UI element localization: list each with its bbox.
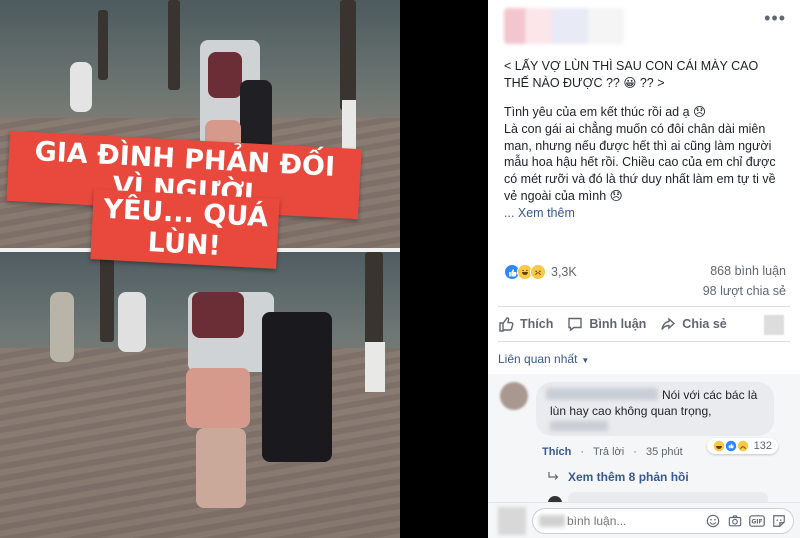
comment-meta-separator-2: · — [633, 446, 637, 458]
post-panel: ••• < LẤY VỢ LÙN THÌ SAU CON CÁI MÀY CAO… — [488, 0, 800, 538]
comment-timestamp[interactable]: 35 phút — [646, 446, 683, 458]
camera-icon[interactable] — [727, 513, 743, 529]
photo-caption-line2: YÊU... QUÁ LÙN! — [90, 189, 280, 269]
post-paragraph-2: Là con gái ai chẳng muốn có đôi chân dài… — [504, 121, 776, 204]
caret-down-icon: ▼ — [581, 356, 590, 365]
like-react-icon — [725, 440, 736, 452]
comment-react-count: 132 — [753, 440, 772, 452]
comment-meta-separator: · — [580, 446, 585, 458]
post-actions: Thích Bình luận Chia sẻ — [498, 306, 790, 342]
comment-text-line1: Nói với các bác là — [662, 388, 758, 402]
svg-text:GIF: GIF — [751, 519, 762, 526]
comment-label: Bình luận — [589, 317, 647, 331]
comment-reply-link[interactable]: Trả lời — [593, 446, 624, 458]
reaction-summary[interactable]: 3,3K — [504, 264, 577, 280]
like-button[interactable]: Thích — [498, 316, 553, 332]
comment-button[interactable]: Bình luận — [567, 316, 646, 332]
see-more-link[interactable]: ... Xem thêm — [504, 205, 786, 222]
page-avatar-blurred[interactable] — [504, 8, 624, 44]
gif-icon[interactable]: GIF — [749, 513, 765, 529]
post-paragraph-1: Tình yêu của em kết thúc rồi ad ạ 😞 — [504, 104, 707, 119]
thumbs-up-icon — [499, 317, 514, 332]
comment-bubble: Nói với các bác là lùn hay cao không qua… — [536, 382, 774, 436]
post-stats: 3,3K 868 bình luận 98 lượt chia sẻ — [488, 258, 800, 302]
comments-section: Nói với các bác là lùn hay cao không qua… — [488, 374, 800, 510]
comment-sort-label: Liên quan nhất — [498, 352, 578, 366]
share-button[interactable]: Chia sẻ — [660, 316, 727, 332]
post-photo[interactable]: GIA ĐÌNH PHẢN ĐỐI VÌ NGƯỜI YÊU... QUÁ LÙ… — [0, 0, 400, 538]
comment-sort-dropdown[interactable]: Liên quan nhất ▼ — [498, 352, 589, 366]
post-title: < LẤY VỢ LÙN THÌ SAU CON CÁI MÀY CAO THẾ… — [504, 59, 759, 90]
shares-count[interactable]: 98 lượt chia sẻ — [703, 284, 786, 298]
input-prefix-blurred — [539, 515, 565, 527]
view-replies-label: Xem thêm 8 phản hồi — [568, 470, 689, 484]
reply-arrow-icon — [548, 472, 559, 480]
sad-react-icon — [737, 440, 748, 452]
comment-text-line2: lùn hay cao không quan trọng, — [550, 404, 772, 435]
share-label: Chia sẻ — [682, 317, 727, 331]
my-avatar-blurred[interactable] — [498, 507, 526, 535]
sticker-icon[interactable] — [771, 513, 787, 529]
photo-bottom-scene — [0, 252, 400, 538]
comment-input[interactable] — [567, 514, 667, 528]
comment-like-link[interactable]: Thích — [542, 446, 571, 458]
share-icon — [661, 317, 676, 330]
viewer-gap — [400, 0, 488, 538]
post-text: < LẤY VỢ LÙN THÌ SAU CON CÁI MÀY CAO THẾ… — [488, 52, 800, 222]
emoji-icon[interactable] — [705, 513, 721, 529]
comment-icon — [568, 317, 583, 332]
reaction-count: 3,3K — [551, 265, 577, 279]
post-header: ••• — [488, 0, 800, 52]
comment-composer: GIF — [488, 502, 800, 538]
sad-react-icon — [530, 264, 546, 280]
more-options-button[interactable]: ••• — [764, 8, 786, 29]
comments-count[interactable]: 868 bình luận — [710, 264, 786, 278]
haha-react-icon — [713, 440, 724, 452]
like-label: Thích — [520, 317, 554, 331]
comment-input-box[interactable]: GIF — [532, 508, 794, 534]
share-as-avatar-blurred[interactable] — [764, 315, 784, 335]
comment-text: Nói với các bác là lùn hay cao không qua… — [550, 388, 772, 435]
composer-icons: GIF — [705, 513, 787, 529]
view-replies-link[interactable]: Xem thêm 8 phản hồi — [548, 470, 689, 484]
comment-meta: Thích · Trả lời · 35 phút — [542, 446, 683, 458]
commenter-avatar-blurred[interactable] — [500, 382, 528, 410]
comment-reactions[interactable]: 132 — [706, 438, 778, 454]
